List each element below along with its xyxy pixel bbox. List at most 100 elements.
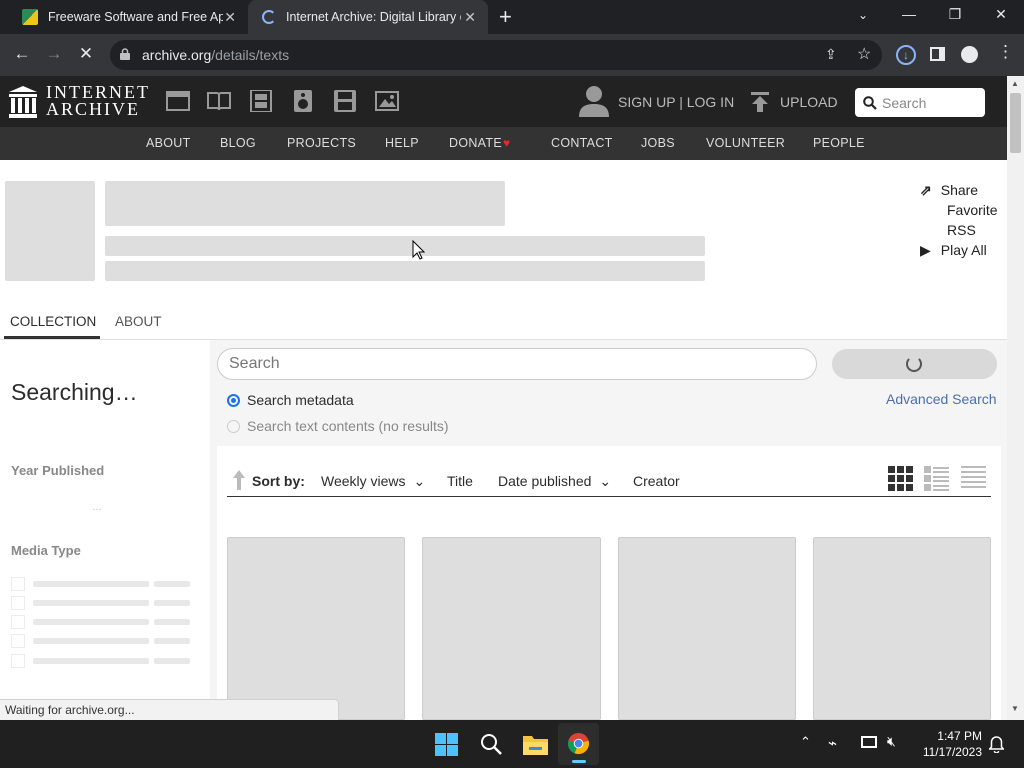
sort-by-label: Sort by: (252, 473, 305, 489)
restore-icon[interactable]: ❐ (943, 6, 967, 23)
tab-freeware[interactable]: Freeware Software and Free Apps ✕ (8, 0, 248, 34)
search-icon (863, 96, 877, 110)
nav-help[interactable]: HELP (385, 136, 419, 150)
chrome-taskbar-button[interactable] (558, 723, 599, 765)
sort-title[interactable]: Title (447, 473, 473, 489)
tab-about[interactable]: ABOUT (115, 314, 162, 329)
mouse-cursor-icon (412, 240, 425, 260)
action-play-all[interactable]: ▶ Play All (920, 242, 987, 259)
tray-overflow-icon[interactable]: ⌃ (800, 734, 811, 750)
action-share[interactable]: ⇗ Share (920, 182, 978, 199)
bookmark-star-icon[interactable]: ☆ (857, 44, 871, 64)
nav-projects[interactable]: PROJECTS (287, 136, 356, 150)
tab-internet-archive[interactable]: Internet Archive: Digital Library of Fre… (248, 0, 488, 34)
sort-creator[interactable]: Creator (633, 473, 680, 489)
collection-search-input[interactable]: Search (217, 348, 817, 380)
facet-media-type-heading[interactable]: Media Type (11, 543, 81, 558)
close-window-icon[interactable]: ✕ (989, 6, 1013, 23)
facet-skeleton-checkbox (11, 654, 25, 668)
ia-logo-text[interactable]: INTERNET ARCHIVE (46, 83, 150, 119)
side-panel-icon[interactable] (930, 47, 945, 61)
images-icon[interactable] (375, 90, 399, 112)
logo-line-2: ARCHIVE (46, 99, 140, 119)
windows-start-icon[interactable] (435, 733, 458, 756)
web-icon[interactable] (166, 90, 190, 112)
nav-volunteer[interactable]: VOLUNTEER (706, 136, 785, 150)
clock-date[interactable]: 11/17/2023 (914, 745, 982, 759)
stop-loading-icon[interactable]: ✕ (75, 44, 97, 64)
upload-icon[interactable] (751, 92, 769, 112)
volume-muted-icon[interactable]: 🔇︎ (887, 733, 896, 750)
action-rss[interactable]: RSS (947, 222, 976, 238)
scrollbar-thumb[interactable] (1010, 93, 1021, 153)
address-bar[interactable]: archive.org/details/texts ⇪ ☆ (110, 40, 882, 70)
download-icon[interactable]: ↓ (896, 45, 916, 65)
menu-kebab-icon[interactable]: ⋮ (997, 42, 1014, 62)
scroll-up-arrow-icon[interactable]: ▲ (1011, 79, 1019, 88)
clock-time[interactable]: 1:47 PM (934, 729, 982, 743)
facet-skeleton-list (11, 577, 191, 668)
share-page-icon[interactable]: ⇪ (825, 46, 837, 63)
browser-tab-strip: Freeware Software and Free Apps ✕ Intern… (0, 0, 1024, 34)
facet-skeleton-checkbox (11, 615, 25, 629)
tab-title: Freeware Software and Free Apps (48, 10, 223, 24)
radio-checked-icon[interactable] (227, 393, 240, 407)
upload-link[interactable]: UPLOAD (780, 94, 838, 110)
display-icon[interactable] (861, 736, 877, 748)
search-submit-button[interactable] (832, 349, 997, 379)
software-floppy-icon[interactable] (333, 90, 357, 112)
grid-view-icon[interactable] (888, 466, 913, 491)
nav-jobs[interactable]: JOBS (641, 136, 675, 150)
facet-skeleton-count (154, 658, 190, 664)
search-text-option[interactable]: Search text contents (no results) (227, 418, 449, 434)
close-tab-icon[interactable]: ✕ (464, 9, 476, 26)
close-tab-icon[interactable]: ✕ (224, 9, 236, 26)
url-host: archive.org (142, 47, 212, 63)
collection-desc-placeholder-1 (105, 236, 705, 256)
user-avatar-icon[interactable] (579, 85, 609, 117)
taskbar-search-icon[interactable] (480, 733, 502, 755)
ia-top-header: INTERNET ARCHIVE SIGN UP | LOG IN UPLOAD… (0, 76, 1007, 127)
advanced-search-link[interactable]: Advanced Search (886, 391, 997, 407)
radio-unchecked-icon[interactable] (227, 419, 240, 433)
notification-bell-icon[interactable] (989, 736, 1004, 753)
facet-year-published-heading[interactable]: Year Published (11, 463, 104, 478)
facet-skeleton-count (154, 600, 190, 606)
scroll-down-arrow-icon[interactable]: ▼ (1011, 704, 1019, 713)
action-favorite[interactable]: Favorite (947, 202, 998, 218)
forward-icon[interactable]: → (43, 44, 65, 64)
new-tab-button[interactable]: + (499, 4, 512, 30)
file-explorer-icon[interactable] (523, 733, 548, 755)
ia-header-search[interactable]: Search (855, 88, 985, 117)
sort-date-published[interactable]: Date published ⌄ (498, 473, 611, 490)
nav-about[interactable]: ABOUT (146, 136, 191, 150)
tab-search-icon[interactable]: ⌄ (851, 8, 875, 22)
texts-book-icon[interactable] (207, 90, 231, 112)
nav-contact[interactable]: CONTACT (551, 136, 613, 150)
url-text: archive.org/details/texts (142, 47, 289, 63)
minimize-icon[interactable]: — (897, 6, 921, 22)
profile-icon[interactable] (961, 46, 978, 63)
browser-toolbar: ← → ✕ archive.org/details/texts ⇪ ☆ ↓ ⋮ (0, 34, 1024, 76)
freeware-favicon-icon (22, 9, 38, 25)
sort-direction-icon[interactable] (231, 470, 247, 492)
video-film-icon[interactable] (249, 90, 273, 112)
sort-weekly-views[interactable]: Weekly views ⌄ (321, 473, 425, 490)
nav-people[interactable]: PEOPLE (813, 136, 865, 150)
ia-logo-icon[interactable] (9, 86, 37, 118)
back-icon[interactable]: ← (11, 44, 33, 64)
result-tile-placeholder (227, 537, 405, 720)
facet-skeleton-label (33, 600, 149, 606)
nav-donate[interactable]: DONATE (449, 136, 502, 150)
search-metadata-option[interactable]: Search metadata (227, 392, 354, 408)
audio-speaker-icon[interactable] (291, 90, 315, 112)
list-compact-view-icon[interactable] (961, 466, 986, 491)
ia-search-placeholder: Search (882, 95, 927, 111)
tab-collection-label: COLLECTION (10, 314, 97, 329)
tab-collection[interactable]: COLLECTION (4, 314, 100, 339)
network-disconnected-icon[interactable]: ⌁ (828, 734, 837, 752)
nav-blog[interactable]: BLOG (220, 136, 256, 150)
signup-login-link[interactable]: SIGN UP | LOG IN (618, 94, 734, 110)
list-detail-view-icon[interactable] (924, 466, 949, 491)
page-scrollbar[interactable]: ▲ ▼ (1007, 76, 1024, 720)
